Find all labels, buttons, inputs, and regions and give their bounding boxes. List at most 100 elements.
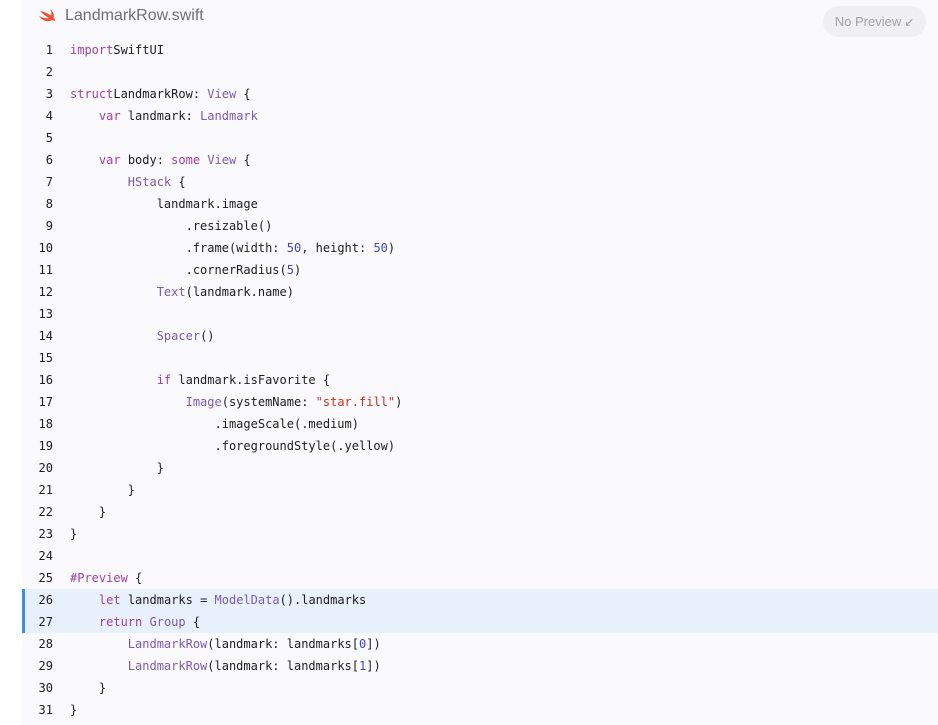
line-number: 23 (38, 527, 53, 541)
code-token: { (127, 571, 143, 585)
code-token: some (171, 153, 201, 167)
code-token: { (236, 87, 251, 101)
code-line: 30 } (22, 677, 938, 699)
line-source: } (70, 699, 77, 721)
swift-logo-icon (38, 8, 56, 24)
code-token: landmark.image (70, 197, 258, 211)
line-number: 26 (38, 593, 53, 607)
code-line: 24 (22, 545, 938, 567)
code-line: 12 Text(landmark.name) (22, 281, 938, 303)
line-source: } (70, 457, 164, 479)
code-token: .foregroundStyle(.yellow) (70, 439, 396, 453)
code-token: var (98, 109, 121, 123)
line-source: let landmarks = ModelData().landmarks (70, 589, 366, 611)
preview-button-label: No Preview (834, 14, 902, 29)
code-token: } (70, 681, 107, 695)
code-token: Text (156, 285, 186, 299)
code-token: LandmarkRow (127, 659, 208, 673)
line-source: .resizable() (70, 215, 273, 237)
code-token: (landmark: landmarks[ (207, 637, 359, 651)
code-token: .frame(width: (70, 241, 287, 255)
code-line: 9 .resizable() (22, 215, 938, 237)
line-number: 21 (38, 483, 53, 497)
code-token: body: (120, 153, 172, 167)
line-number: 19 (38, 439, 53, 453)
code-token: , height: (301, 241, 374, 255)
code-line: 31} (22, 699, 938, 721)
code-line: 23} (22, 523, 938, 545)
code-token: } (70, 483, 136, 497)
code-line: 10 .frame(width: 50, height: 50) (22, 237, 938, 259)
code-token: 50 (286, 241, 302, 255)
code-line: 25 #Preview { (22, 567, 938, 589)
line-source: landmark.image (70, 193, 258, 215)
code-line: 3 structLandmarkRow: View { (22, 83, 938, 105)
code-listing-panel: LandmarkRow.swift No Preview ↙ 1 importSwi… (22, 0, 938, 725)
line-source: Text(landmark.name) (70, 281, 294, 303)
code-token: SwiftUI (113, 43, 164, 57)
code-token: if (156, 373, 172, 387)
line-number: 6 (45, 153, 53, 167)
code-token: Group (149, 615, 186, 629)
line-number: 11 (38, 263, 53, 277)
line-source: } (70, 523, 77, 545)
line-source: .imageScale(.medium) (70, 413, 359, 435)
line-number: 29 (38, 659, 53, 673)
code-token: Spacer (156, 329, 201, 343)
line-source: if landmark.isFavorite { (70, 369, 330, 391)
line-number: 20 (38, 461, 53, 475)
line-number: 10 (38, 241, 53, 255)
code-line: 28 LandmarkRow(landmark: landmarks[0]) (22, 633, 938, 655)
code-token: landmark: (120, 109, 201, 123)
code-token: ) (293, 263, 302, 277)
code-line: 27 return Group { (22, 611, 938, 633)
code-token: View (207, 87, 237, 101)
code-token: #Preview (70, 571, 128, 585)
code-token: } (70, 703, 78, 717)
code-token: (landmark.name) (185, 285, 294, 299)
line-source: #Preview { (70, 567, 142, 589)
code-token: return (98, 615, 143, 629)
code-line: 21 } (22, 479, 938, 501)
line-number: 13 (38, 307, 53, 321)
line-source: .cornerRadius(5) (70, 259, 302, 281)
code-line: 4 var landmark: Landmark (22, 105, 938, 127)
arrow-down-left-icon: ↙ (904, 15, 915, 29)
code-token: () (200, 329, 215, 343)
line-number: 8 (45, 197, 53, 211)
line-source: var body: some View { (70, 149, 251, 171)
line-source: Image(systemName: "star.fill") (70, 391, 403, 413)
no-preview-button[interactable]: No Preview ↙ (823, 6, 926, 37)
code-token: } (70, 527, 78, 541)
code-token: import (70, 43, 114, 57)
line-source: } (70, 677, 106, 699)
line-number: 15 (38, 351, 53, 365)
code-token: LandmarkRow (127, 637, 208, 651)
line-number: 9 (45, 219, 53, 233)
line-number: 1 (45, 43, 53, 57)
code-token: ]) (366, 637, 381, 651)
code-token: .cornerRadius( (70, 263, 287, 277)
code-token: Image (185, 395, 222, 409)
code-line: 8 landmark.image (22, 193, 938, 215)
line-number: 22 (38, 505, 53, 519)
code-token: { (171, 175, 186, 189)
code-line: 1 importSwiftUI (22, 39, 938, 61)
code-token: ) (387, 241, 396, 255)
code-token: let (98, 593, 121, 607)
code-token: Landmark (200, 109, 258, 123)
code-line: 26 let landmarks = ModelData().landmarks (22, 589, 938, 611)
line-number: 17 (38, 395, 53, 409)
code-token: .resizable() (70, 219, 273, 233)
line-source: HStack { (70, 171, 186, 193)
code-token: 5 (286, 263, 294, 277)
code-line: 6 var body: some View { (22, 149, 938, 171)
